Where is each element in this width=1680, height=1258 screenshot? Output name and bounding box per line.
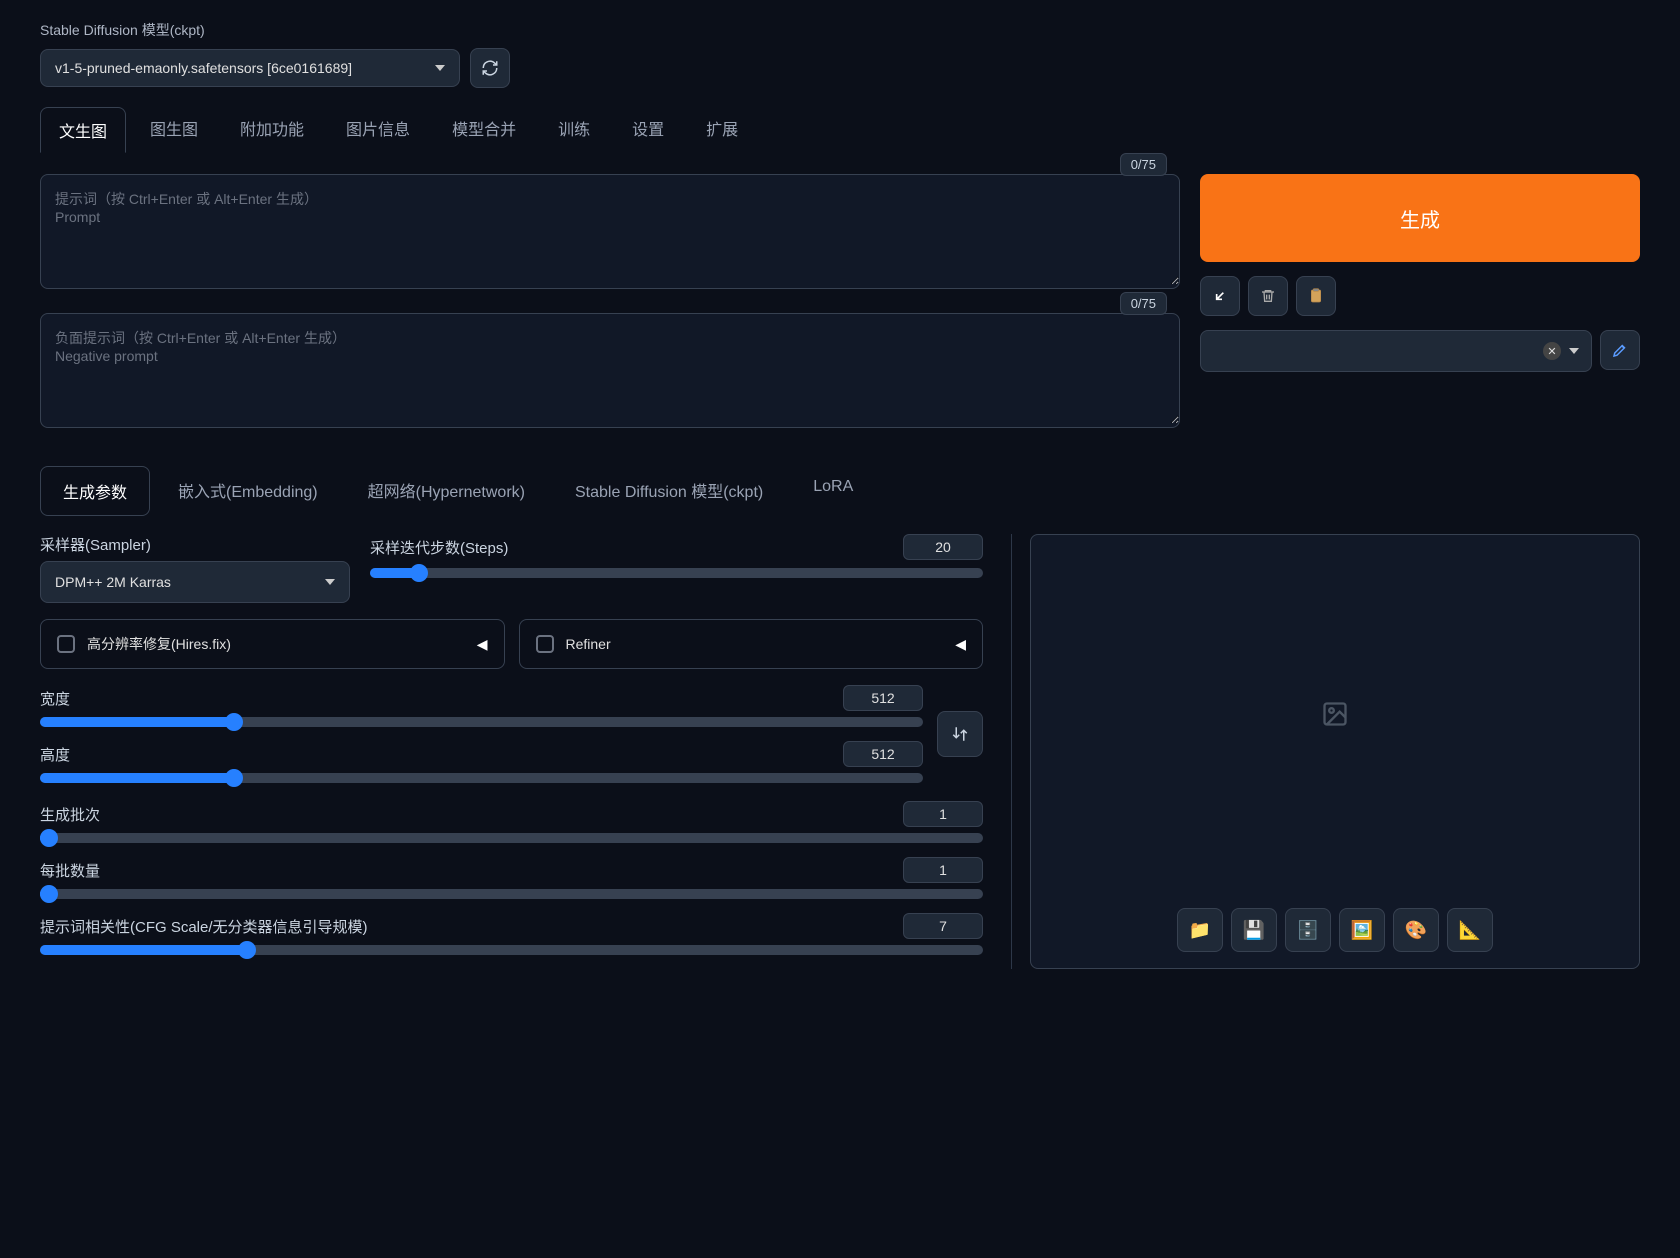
zip-button[interactable]: 🗄️ [1285,908,1331,952]
tab-merge[interactable]: 模型合并 [434,106,534,152]
reload-icon [481,59,499,77]
chevron-down-icon [325,579,335,585]
steps-slider[interactable] [370,568,983,578]
cfg-value[interactable]: 7 [903,913,983,939]
clear-button[interactable] [1248,276,1288,316]
subtab-ckpt[interactable]: Stable Diffusion 模型(ckpt) [553,466,785,516]
refiner-label: Refiner [566,636,611,652]
batch-count-slider[interactable] [40,833,983,843]
prompt-counter: 0/75 [1120,153,1167,176]
checkbox-icon [536,635,554,653]
preview-area[interactable] [1031,535,1639,892]
cfg-label: 提示词相关性(CFG Scale/无分类器信息引导规模) [40,916,368,937]
width-slider[interactable] [40,717,923,727]
tab-extras[interactable]: 附加功能 [222,106,322,152]
tab-train[interactable]: 训练 [540,106,608,152]
tab-settings[interactable]: 设置 [614,106,682,152]
send-to-img2img-button[interactable]: 🖼️ [1339,908,1385,952]
batch-size-label: 每批数量 [40,860,100,881]
triangle-left-icon: ◀ [955,636,966,653]
clipboard-icon [1308,287,1324,305]
cfg-slider[interactable] [40,945,983,955]
batch-count-label: 生成批次 [40,804,100,825]
batch-count-value[interactable]: 1 [903,801,983,827]
tab-pnginfo[interactable]: 图片信息 [328,106,428,152]
width-label: 宽度 [40,688,70,709]
batch-size-slider[interactable] [40,889,983,899]
swap-icon [951,725,969,743]
image-icon [1321,700,1349,728]
model-dropdown[interactable]: v1-5-pruned-emaonly.safetensors [6ce0161… [40,49,460,87]
batch-size-value[interactable]: 1 [903,857,983,883]
send-to-inpaint-button[interactable]: 🎨 [1393,908,1439,952]
neg-prompt-counter: 0/75 [1120,292,1167,315]
arrow-down-left-icon [1212,288,1228,304]
width-value[interactable]: 512 [843,685,923,711]
refiner-toggle[interactable]: Refiner ◀ [519,619,984,669]
height-label: 高度 [40,744,70,765]
save-button[interactable]: 💾 [1231,908,1277,952]
subtab-hypernetwork[interactable]: 超网络(Hypernetwork) [346,466,547,516]
subtab-lora[interactable]: LoRA [791,466,875,516]
edit-style-button[interactable] [1600,330,1640,370]
height-slider[interactable] [40,773,923,783]
model-value: v1-5-pruned-emaonly.safetensors [6ce0161… [55,60,425,76]
tab-img2img[interactable]: 图生图 [132,106,216,152]
neg-prompt-input[interactable] [41,314,1179,424]
trash-icon [1260,287,1276,305]
hires-label: 高分辨率修复(Hires.fix) [87,634,231,654]
reload-button[interactable] [470,48,510,88]
sampler-dropdown[interactable]: DPM++ 2M Karras [40,561,350,603]
chevron-down-icon [435,65,445,71]
preview-panel: 📁 💾 🗄️ 🖼️ 🎨 📐 [1030,534,1640,969]
main-tabs: 文生图 图生图 附加功能 图片信息 模型合并 训练 设置 扩展 [40,106,1640,152]
swap-dims-button[interactable] [937,711,983,757]
chevron-down-icon [1569,348,1579,354]
sampler-value: DPM++ 2M Karras [55,574,171,590]
tab-extensions[interactable]: 扩展 [688,106,756,152]
style-select[interactable]: ✕ [1200,330,1592,372]
close-icon[interactable]: ✕ [1543,342,1561,360]
open-folder-button[interactable]: 📁 [1177,908,1223,952]
tab-txt2img[interactable]: 文生图 [40,107,126,153]
checkbox-icon [57,635,75,653]
sampler-label: 采样器(Sampler) [40,534,350,555]
sub-tabs: 生成参数 嵌入式(Embedding) 超网络(Hypernetwork) St… [40,466,1640,516]
height-value[interactable]: 512 [843,741,923,767]
model-label: Stable Diffusion 模型(ckpt) [40,20,1640,40]
steps-label: 采样迭代步数(Steps) [370,537,508,558]
send-to-extras-button[interactable]: 📐 [1447,908,1493,952]
clipboard-button[interactable] [1296,276,1336,316]
generate-button[interactable]: 生成 [1200,174,1640,262]
prompt-input[interactable] [41,175,1179,285]
hires-fix-toggle[interactable]: 高分辨率修复(Hires.fix) ◀ [40,619,505,669]
steps-value[interactable]: 20 [903,534,983,560]
subtab-embedding[interactable]: 嵌入式(Embedding) [156,466,340,516]
arrow-button[interactable] [1200,276,1240,316]
brush-icon [1611,341,1629,359]
subtab-params[interactable]: 生成参数 [40,466,150,516]
triangle-left-icon: ◀ [477,636,488,653]
